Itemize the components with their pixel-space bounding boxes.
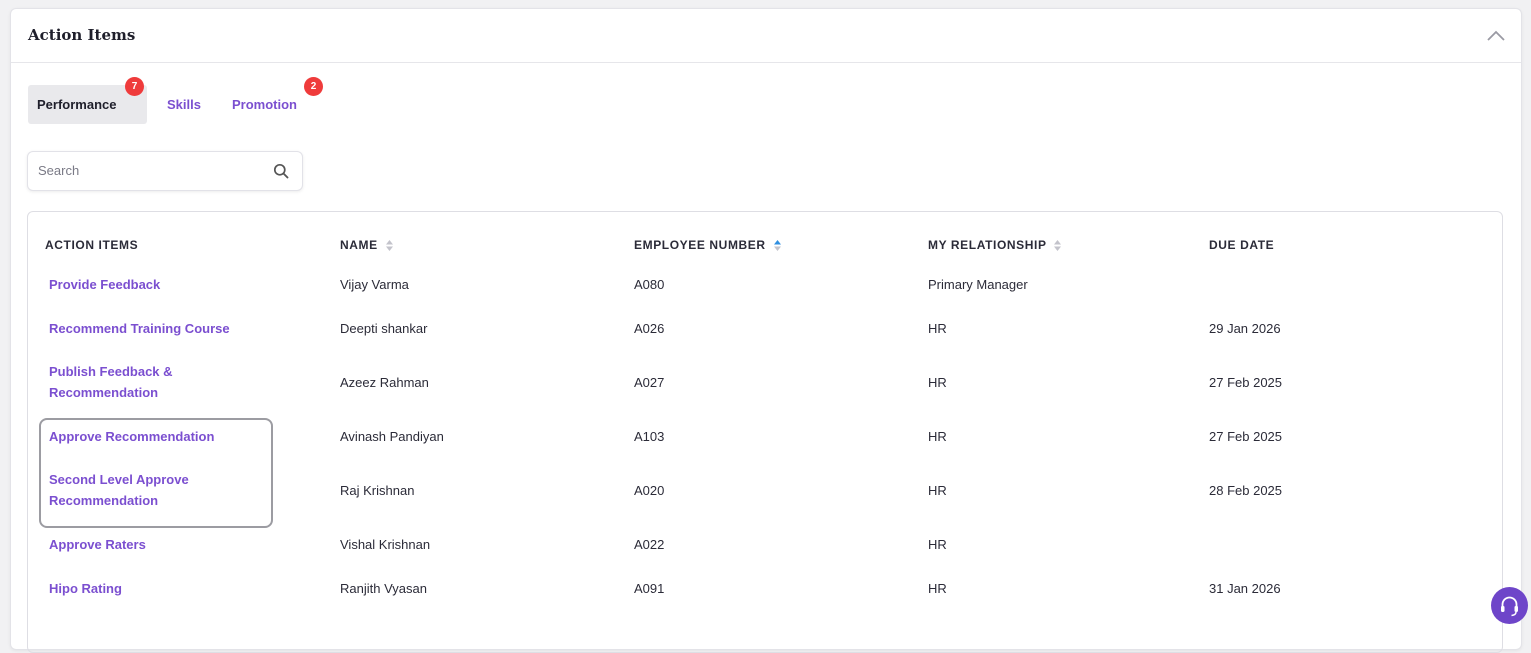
due-date-cell: 31 Jan 2026 bbox=[1209, 581, 1281, 596]
table-row: Publish Feedback & Recommendation Azeez … bbox=[28, 361, 1502, 405]
chevron-up-icon[interactable] bbox=[1485, 27, 1507, 45]
tab-label: Skills bbox=[167, 97, 201, 112]
name-cell: Azeez Rahman bbox=[340, 375, 429, 390]
sort-ascending-icon[interactable] bbox=[773, 240, 781, 252]
search-box bbox=[27, 151, 303, 191]
table-row: Hipo Rating Ranjith Vyasan A091 HR 31 Ja… bbox=[28, 578, 1502, 600]
relationship-cell: HR bbox=[928, 483, 947, 498]
action-link[interactable]: Approve Raters bbox=[49, 534, 269, 555]
action-link[interactable]: Approve Recommendation bbox=[49, 426, 269, 447]
header-label: EMPLOYEE NUMBER bbox=[634, 238, 766, 252]
employee-number-cell: A026 bbox=[634, 321, 665, 336]
header-employee-number[interactable]: EMPLOYEE NUMBER bbox=[634, 238, 781, 252]
help-button[interactable] bbox=[1491, 587, 1528, 624]
relationship-cell: HR bbox=[928, 581, 947, 596]
name-cell: Ranjith Vyasan bbox=[340, 581, 427, 596]
name-cell: Deepti shankar bbox=[340, 321, 428, 336]
due-date-cell: 27 Feb 2025 bbox=[1209, 429, 1283, 444]
sort-icon[interactable] bbox=[1054, 240, 1062, 252]
action-link[interactable]: Second Level Approve Recommendation bbox=[49, 469, 234, 511]
tab-promotion[interactable]: Promotion 2 bbox=[232, 77, 323, 124]
action-items-table: ACTION ITEMS NAME EMPLOYEE NUMBER MY REL… bbox=[27, 211, 1503, 653]
due-date-cell: 28 Feb 2025 bbox=[1209, 483, 1283, 498]
header-due-date: DUE DATE bbox=[1209, 238, 1274, 252]
employee-number-cell: A027 bbox=[634, 375, 665, 390]
tab-label: Performance bbox=[37, 97, 117, 112]
due-date-cell: 27 Feb 2025 bbox=[1209, 375, 1283, 390]
header-action-items: ACTION ITEMS bbox=[45, 238, 138, 252]
tab-label: Promotion bbox=[232, 97, 297, 112]
search-icon[interactable] bbox=[273, 163, 289, 179]
employee-number-cell: A091 bbox=[634, 581, 665, 596]
tab-performance[interactable]: Performance 7 bbox=[28, 77, 147, 124]
tab-badge: 2 bbox=[304, 77, 323, 96]
table-row: Approve Raters Vishal Krishnan A022 HR bbox=[28, 534, 1502, 556]
relationship-cell: HR bbox=[928, 321, 947, 336]
relationship-cell: HR bbox=[928, 429, 947, 444]
employee-number-cell: A020 bbox=[634, 483, 665, 498]
relationship-cell: HR bbox=[928, 537, 947, 552]
action-items-card: Action Items Performance 7 Skills Promot… bbox=[10, 8, 1522, 653]
action-link[interactable]: Publish Feedback & Recommendation bbox=[49, 361, 219, 403]
employee-number-cell: A103 bbox=[634, 429, 665, 444]
name-cell: Avinash Pandiyan bbox=[340, 429, 444, 444]
name-cell: Vijay Varma bbox=[340, 277, 409, 292]
action-link[interactable]: Recommend Training Course bbox=[49, 318, 269, 339]
relationship-cell: HR bbox=[928, 375, 947, 390]
header-label: DUE DATE bbox=[1209, 238, 1275, 252]
action-link[interactable]: Provide Feedback bbox=[49, 274, 269, 295]
card-header: Action Items bbox=[11, 9, 1521, 63]
header-label: MY RELATIONSHIP bbox=[928, 238, 1047, 252]
sort-icon[interactable] bbox=[385, 240, 393, 252]
tab-skills[interactable]: Skills bbox=[167, 85, 207, 124]
name-cell: Vishal Krishnan bbox=[340, 537, 431, 552]
name-cell: Raj Krishnan bbox=[340, 483, 415, 498]
header-name[interactable]: NAME bbox=[340, 238, 393, 252]
table-row: Recommend Training Course Deepti shankar… bbox=[28, 318, 1502, 340]
action-link[interactable]: Hipo Rating bbox=[49, 578, 269, 599]
header-label: NAME bbox=[340, 238, 378, 252]
table-row: Second Level Approve Recommendation Raj … bbox=[28, 469, 1502, 513]
header-label: ACTION ITEMS bbox=[45, 238, 139, 252]
employee-number-cell: A080 bbox=[634, 277, 665, 292]
relationship-cell: Primary Manager bbox=[928, 277, 1028, 292]
due-date-cell: 29 Jan 2026 bbox=[1209, 321, 1281, 336]
employee-number-cell: A022 bbox=[634, 537, 665, 552]
card-title: Action Items bbox=[28, 26, 136, 44]
table-row: Provide Feedback Vijay Varma A080 Primar… bbox=[28, 274, 1502, 296]
headset-icon bbox=[1501, 596, 1518, 617]
tab-badge: 7 bbox=[125, 77, 144, 96]
table-row: Approve Recommendation Avinash Pandiyan … bbox=[28, 426, 1502, 448]
header-my-relationship[interactable]: MY RELATIONSHIP bbox=[928, 238, 1062, 252]
search-input[interactable] bbox=[38, 161, 258, 179]
